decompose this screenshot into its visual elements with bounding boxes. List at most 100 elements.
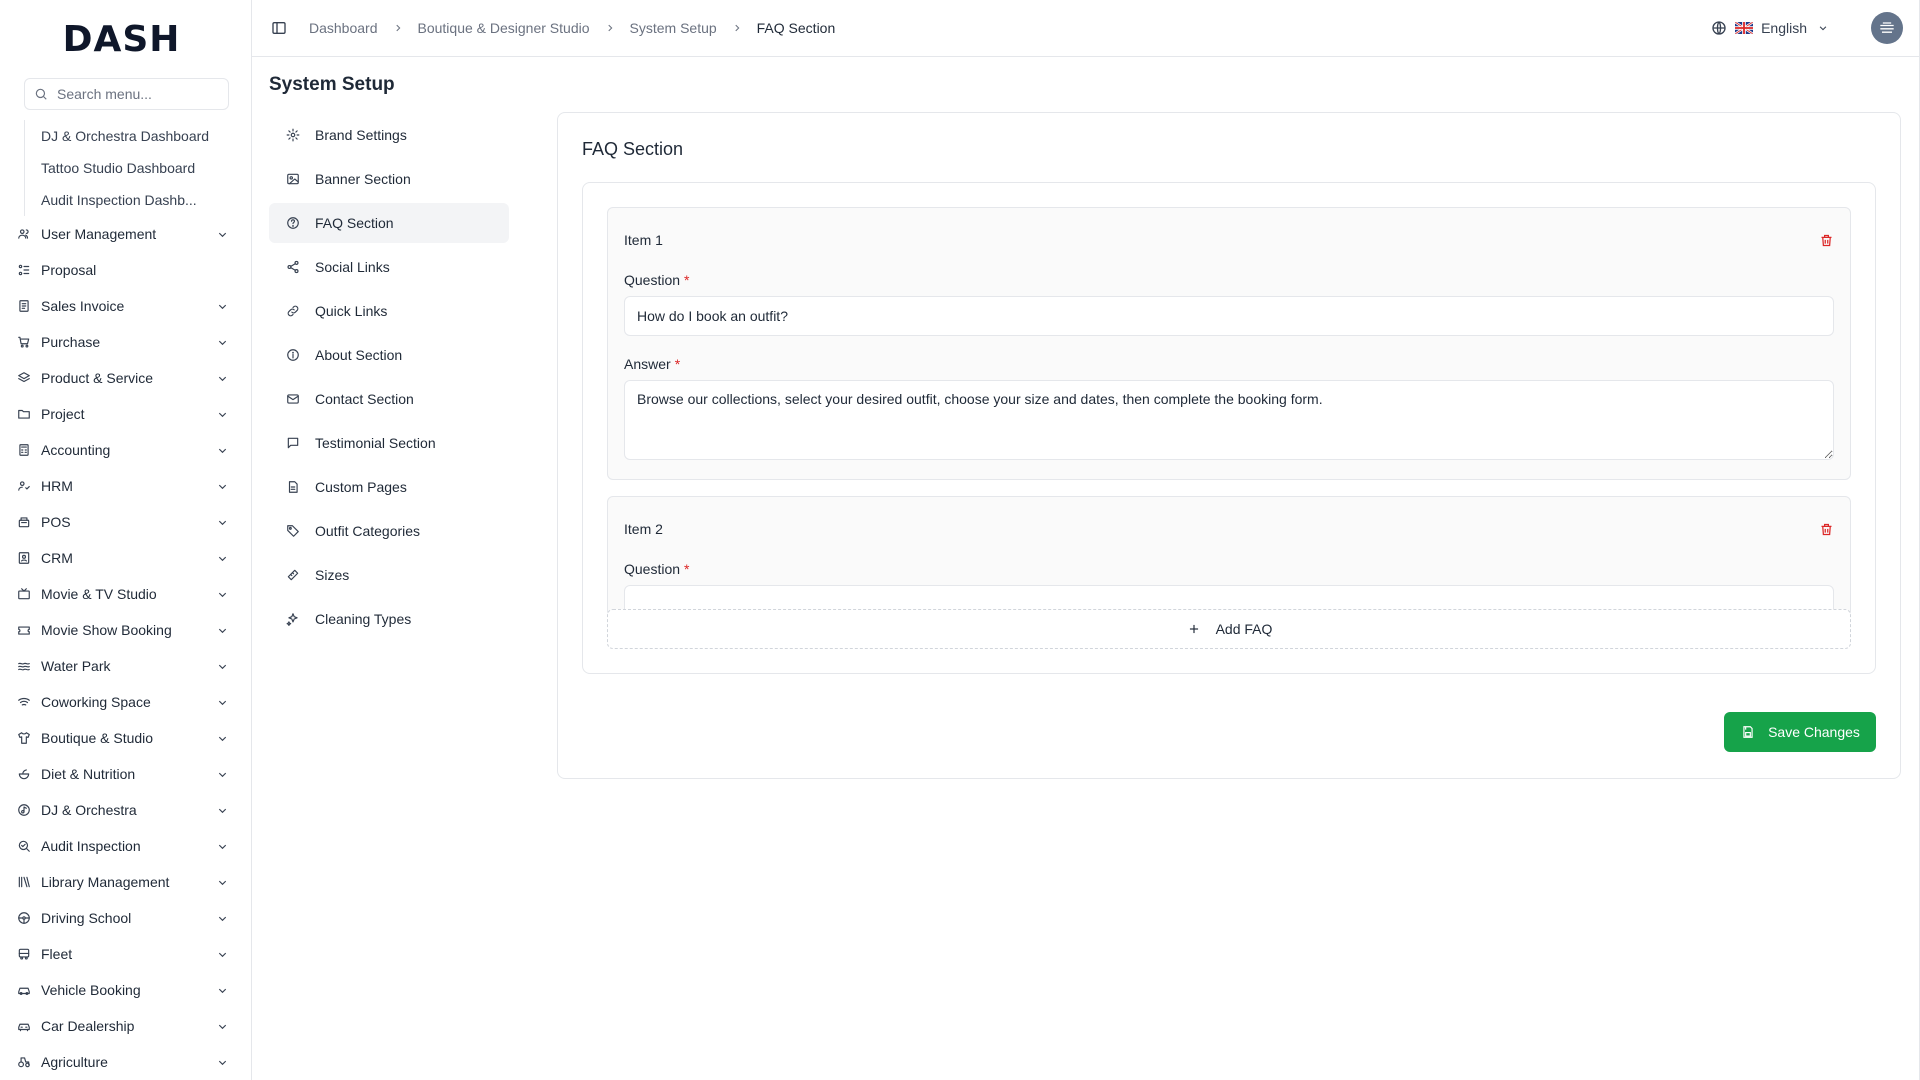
breadcrumb-current: FAQ Section — [756, 20, 836, 36]
sidebar-item-sales-invoice[interactable]: Sales Invoice — [14, 288, 229, 324]
faq-item-label: Item 1 — [624, 232, 663, 248]
sidebar-item-purchase[interactable]: Purchase — [14, 324, 229, 360]
sidebar-item-label: Driving School — [41, 910, 132, 926]
setup-menu-item-custom-pages[interactable]: Custom Pages — [269, 467, 509, 507]
sidebar-item-vehicle-booking[interactable]: Vehicle Booking — [14, 972, 229, 1008]
sidebar-item-label: Fleet — [41, 946, 73, 962]
car-front-icon — [16, 1018, 32, 1034]
sidebar-item-label: POS — [41, 514, 71, 530]
chevron-right-icon — [390, 20, 406, 36]
faq-card-title: FAQ Section — [582, 139, 684, 159]
setup-menu-item-outfit-categories[interactable]: Outfit Categories — [269, 511, 509, 551]
setup-menu-item-brand-settings[interactable]: Brand Settings — [269, 115, 509, 155]
salad-icon — [16, 766, 32, 782]
save-icon — [1740, 724, 1756, 740]
gear-icon — [285, 127, 301, 143]
setup-menu-item-banner-section[interactable]: Banner Section — [269, 159, 509, 199]
avatar[interactable] — [1871, 12, 1903, 44]
sidebar-item-label: Vehicle Booking — [41, 982, 141, 998]
chevron-down-icon — [215, 767, 229, 781]
setup-menu-item-social-links[interactable]: Social Links — [269, 247, 509, 287]
add-faq-button[interactable]: Add FAQ — [607, 609, 1851, 649]
sidebar-item-crm[interactable]: CRM — [14, 540, 229, 576]
chevron-down-icon — [215, 587, 229, 601]
sidebar-item-fleet[interactable]: Fleet — [14, 936, 229, 972]
setup-menu-item-faq-section[interactable]: FAQ Section — [269, 203, 509, 243]
sidebar-item-label: Water Park — [41, 658, 111, 674]
sidebar-item-accounting[interactable]: Accounting — [14, 432, 229, 468]
logo[interactable]: DASH — [14, 0, 229, 78]
sidebar-item-hrm[interactable]: HRM — [14, 468, 229, 504]
sidebar-item-user-management[interactable]: User Management — [14, 216, 229, 252]
search-box[interactable] — [24, 78, 229, 110]
sidebar-item-water-park[interactable]: Water Park — [14, 648, 229, 684]
submenu-item-audit-dashboard[interactable]: Audit Inspection Dashb... — [41, 184, 229, 216]
sidebar-item-label: Boutique & Studio — [41, 730, 154, 746]
sidebar-toggle-icon[interactable] — [271, 20, 287, 36]
save-changes-button[interactable]: Save Changes — [1724, 712, 1876, 752]
answer-label: Answer * — [624, 356, 681, 372]
sidebar-item-audit-inspection[interactable]: Audit Inspection — [14, 828, 229, 864]
sidebar-item-product-service[interactable]: Product & Service — [14, 360, 229, 396]
breadcrumb-system-setup[interactable]: System Setup — [630, 20, 717, 36]
sidebar-item-movie-tv-studio[interactable]: Movie & TV Studio — [14, 576, 229, 612]
setup-menu-item-about-section[interactable]: About Section — [269, 335, 509, 375]
chevron-down-icon — [215, 299, 229, 313]
sidebar-item-boutique-studio[interactable]: Boutique & Studio — [14, 720, 229, 756]
sidebar-item-driving-school[interactable]: Driving School — [14, 900, 229, 936]
sidebar-item-movie-show-booking[interactable]: Movie Show Booking — [14, 612, 229, 648]
steering-icon — [16, 910, 32, 926]
sidebar-item-label: Diet & Nutrition — [41, 766, 136, 782]
trash-icon[interactable] — [1818, 521, 1834, 537]
sidebar-item-label: Audit Inspection — [41, 838, 141, 854]
setup-menu-label: Social Links — [315, 259, 390, 275]
sidebar-item-library-management[interactable]: Library Management — [14, 864, 229, 900]
link-icon — [285, 303, 301, 319]
cart-icon — [16, 334, 32, 350]
sidebar-item-project[interactable]: Project — [14, 396, 229, 432]
sidebar-item-agriculture[interactable]: Agriculture — [14, 1044, 229, 1080]
setup-menu-item-quick-links[interactable]: Quick Links — [269, 291, 509, 331]
setup-menu-label: Banner Section — [315, 171, 411, 187]
language-selector[interactable]: English — [1711, 20, 1831, 36]
sidebar-item-car-dealership[interactable]: Car Dealership — [14, 1008, 229, 1044]
setup-menu-item-contact-section[interactable]: Contact Section — [269, 379, 509, 419]
setup-menu-item-testimonial-section[interactable]: Testimonial Section — [269, 423, 509, 463]
music-icon — [16, 802, 32, 818]
sidebar-item-pos[interactable]: POS — [14, 504, 229, 540]
sidebar-item-dj-orchestra[interactable]: DJ & Orchestra — [14, 792, 229, 828]
chevron-down-icon — [215, 659, 229, 673]
trash-icon[interactable] — [1818, 232, 1834, 248]
setup-menu-label: Contact Section — [315, 391, 414, 407]
chevron-down-icon — [215, 479, 229, 493]
chevron-right-icon — [729, 20, 745, 36]
sidebar-item-coworking-space[interactable]: Coworking Space — [14, 684, 229, 720]
setup-menu-label: About Section — [315, 347, 403, 363]
sidebar-item-label: User Management — [41, 226, 157, 242]
chevron-down-icon — [215, 731, 229, 745]
question-input[interactable] — [624, 296, 1834, 336]
breadcrumb-boutique[interactable]: Boutique & Designer Studio — [418, 20, 590, 36]
setup-menu-label: FAQ Section — [315, 215, 394, 231]
sidebar-item-diet-nutrition[interactable]: Diet & Nutrition — [14, 756, 229, 792]
submenu-item-tattoo-dashboard[interactable]: Tattoo Studio Dashboard — [41, 152, 229, 184]
chevron-down-icon — [215, 335, 229, 349]
help-circle-icon — [285, 215, 301, 231]
sidebar-item-proposal[interactable]: Proposal — [14, 252, 229, 288]
sidebar: DASH DJ & Orchestra Dashboard Tattoo Stu… — [0, 0, 252, 1080]
breadcrumb-dashboard[interactable]: Dashboard — [309, 20, 378, 36]
setup-menu-item-sizes[interactable]: Sizes — [269, 555, 509, 595]
image-icon — [285, 171, 301, 187]
answer-textarea[interactable]: Browse our collections, select your desi… — [624, 380, 1834, 460]
setup-menu-label: Brand Settings — [315, 127, 407, 143]
faq-item-label: Item 2 — [624, 521, 663, 537]
setup-menu-item-cleaning-types[interactable]: Cleaning Types — [269, 599, 509, 639]
sidebar-item-label: Car Dealership — [41, 1018, 135, 1034]
question-label: Question * — [624, 561, 690, 577]
faq-scroll-area[interactable]: Item 1 Question* Answer* Browse our coll… — [607, 207, 1851, 617]
sidebar-item-label: Agriculture — [41, 1054, 108, 1070]
sidebar-item-label: Product & Service — [41, 370, 154, 386]
search-input[interactable] — [57, 86, 217, 102]
sidebar-item-label: Coworking Space — [41, 694, 151, 710]
submenu-item-dj-dashboard[interactable]: DJ & Orchestra Dashboard — [41, 120, 229, 152]
